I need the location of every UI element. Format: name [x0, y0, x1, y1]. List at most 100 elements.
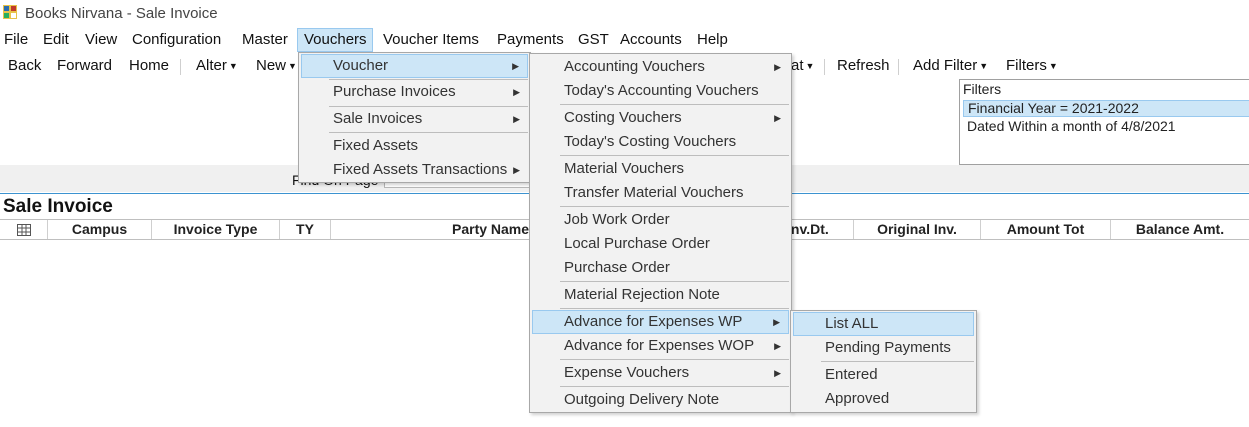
menu-item-label: Sale Invoices [333, 110, 423, 127]
menu-item-fixed-assets-transactions[interactable]: Fixed Assets Transactions ▶ [301, 158, 528, 182]
voucher-submenu: Accounting Vouchers ▶ Today's Accounting … [529, 53, 792, 413]
home-button[interactable]: Home [129, 54, 169, 78]
menu-item-todays-costing-vouchers[interactable]: Today's Costing Vouchers [532, 130, 789, 154]
caret-down-icon: ▼ [288, 61, 297, 72]
back-button[interactable]: Back [8, 54, 41, 78]
menu-item-fixed-assets[interactable]: Fixed Assets [301, 134, 528, 158]
column-invoice-type[interactable]: Invoice Type [152, 220, 280, 239]
menu-edit[interactable]: Edit [37, 28, 75, 52]
new-button[interactable]: New ▼ [256, 54, 297, 78]
menu-item-todays-accounting-vouchers[interactable]: Today's Accounting Vouchers [532, 79, 789, 103]
column-ty[interactable]: TY [280, 220, 331, 239]
menu-item-label: Expense Vouchers [564, 364, 690, 381]
submenu-arrow-icon: ▶ [513, 87, 520, 97]
caret-down-icon: ▼ [805, 61, 815, 72]
toolbar-separator [898, 59, 899, 75]
menu-item-label: Costing Vouchers [564, 109, 682, 126]
menu-configuration[interactable]: Configuration [126, 28, 227, 52]
menu-item-costing-vouchers[interactable]: Costing Vouchers ▶ [532, 106, 789, 130]
submenu-arrow-icon: ▶ [512, 61, 519, 71]
filters-label: Filters [1006, 57, 1047, 74]
page-title: Sale Invoice [3, 196, 113, 217]
menu-item-label: Fixed Assets [333, 137, 419, 154]
filters-button[interactable]: Filters ▼ [1006, 54, 1058, 78]
forward-button[interactable]: Forward [57, 54, 112, 78]
menu-gst[interactable]: GST [572, 28, 615, 52]
title-bar: Books Nirvana - Sale Invoice [0, 0, 1249, 26]
column-balance-amt[interactable]: Balance Amt. [1111, 220, 1249, 239]
grid-icon [16, 224, 31, 237]
toolbar-separator [180, 59, 181, 75]
caret-down-icon: ▼ [228, 61, 238, 72]
menu-view[interactable]: View [79, 28, 123, 52]
menu-help[interactable]: Help [691, 28, 734, 52]
vouchers-menu: Voucher ▶ Purchase Invoices ▶ Sale Invoice… [298, 52, 531, 183]
filters-panel: Filters Financial Year = 2021-2022 Dated… [959, 79, 1249, 165]
menu-separator [560, 155, 789, 156]
submenu-arrow-icon: ▶ [774, 368, 781, 378]
refresh-button[interactable]: Refresh [837, 54, 890, 78]
menu-item-label: Local Purchase Order [564, 235, 710, 252]
menu-item-material-vouchers[interactable]: Material Vouchers [532, 157, 789, 181]
filters-panel-header: Filters [963, 81, 1002, 97]
menu-file[interactable]: File [0, 28, 34, 52]
window-title: Books Nirvana - Sale Invoice [25, 5, 218, 22]
menu-item-approved[interactable]: Approved [793, 387, 974, 411]
format-label: at [791, 57, 804, 74]
column-amount-tot[interactable]: Amount Tot [981, 220, 1111, 239]
menu-item-label: Voucher [333, 57, 389, 74]
menu-item-voucher[interactable]: Voucher ▶ [301, 54, 528, 78]
filter-row[interactable]: Dated Within a month of 4/8/2021 [963, 118, 1249, 135]
menu-item-label: Transfer Material Vouchers [564, 184, 744, 201]
menu-item-list-all[interactable]: List ALL [793, 312, 974, 336]
menu-separator [329, 132, 528, 133]
menu-payments[interactable]: Payments [491, 28, 570, 52]
column-original-inv[interactable]: Original Inv. [854, 220, 981, 239]
menu-item-entered[interactable]: Entered [793, 363, 974, 387]
menu-item-label: Fixed Assets Transactions [333, 161, 508, 178]
column-campus[interactable]: Campus [48, 220, 152, 239]
menu-separator [560, 386, 789, 387]
add-filter-button[interactable]: Add Filter ▼ [913, 54, 988, 78]
menu-item-label: Job Work Order [564, 211, 670, 228]
menu-item-purchase-order[interactable]: Purchase Order [532, 256, 789, 280]
menu-item-sale-invoices[interactable]: Sale Invoices ▶ [301, 107, 528, 131]
menu-item-label: Advance for Expenses WOP [564, 337, 755, 354]
menu-vouchers[interactable]: Vouchers [297, 28, 373, 52]
menu-master[interactable]: Master [236, 28, 294, 52]
menu-item-purchase-invoices[interactable]: Purchase Invoices ▶ [301, 80, 528, 104]
alter-button[interactable]: Alter ▼ [196, 54, 238, 78]
toolbar-separator [824, 59, 825, 75]
menu-item-pending-payments[interactable]: Pending Payments [793, 336, 974, 360]
caret-down-icon: ▼ [979, 61, 989, 72]
add-filter-label: Add Filter [913, 57, 978, 74]
menu-separator [560, 104, 789, 105]
menu-item-advance-for-expenses-wop[interactable]: Advance for Expenses WOP ▶ [532, 334, 789, 358]
menu-item-label: Advance for Expenses WP [564, 313, 743, 330]
menu-accounts[interactable]: Accounts [614, 28, 688, 52]
new-label: New [256, 57, 287, 74]
grid-column-selector[interactable] [0, 220, 48, 239]
menu-separator [560, 206, 789, 207]
menu-item-label: Material Vouchers [564, 160, 685, 177]
submenu-arrow-icon: ▶ [513, 165, 520, 175]
filter-row[interactable]: Financial Year = 2021-2022 [963, 100, 1249, 117]
submenu-arrow-icon: ▶ [774, 341, 781, 351]
menu-item-job-work-order[interactable]: Job Work Order [532, 208, 789, 232]
menu-item-label: Purchase Invoices [333, 83, 456, 100]
menu-item-expense-vouchers[interactable]: Expense Vouchers ▶ [532, 361, 789, 385]
column-inv-dt-label: Inv.Dt. [787, 221, 829, 237]
menu-item-transfer-material-vouchers[interactable]: Transfer Material Vouchers [532, 181, 789, 205]
menu-item-label: Pending Payments [825, 339, 951, 356]
menu-separator [821, 361, 974, 362]
menu-item-accounting-vouchers[interactable]: Accounting Vouchers ▶ [532, 55, 789, 79]
menu-voucher-items[interactable]: Voucher Items [377, 28, 485, 52]
menu-item-local-purchase-order[interactable]: Local Purchase Order [532, 232, 789, 256]
format-button[interactable]: at ▼ [791, 54, 814, 78]
submenu-arrow-icon: ▶ [513, 114, 520, 124]
menu-item-advance-for-expenses-wp[interactable]: Advance for Expenses WP ▶ [532, 310, 789, 334]
menu-item-label: Today's Costing Vouchers [564, 133, 737, 150]
menu-item-outgoing-delivery-note[interactable]: Outgoing Delivery Note [532, 388, 789, 412]
menu-item-material-rejection-note[interactable]: Material Rejection Note [532, 283, 789, 307]
menu-item-label: Outgoing Delivery Note [564, 391, 720, 408]
